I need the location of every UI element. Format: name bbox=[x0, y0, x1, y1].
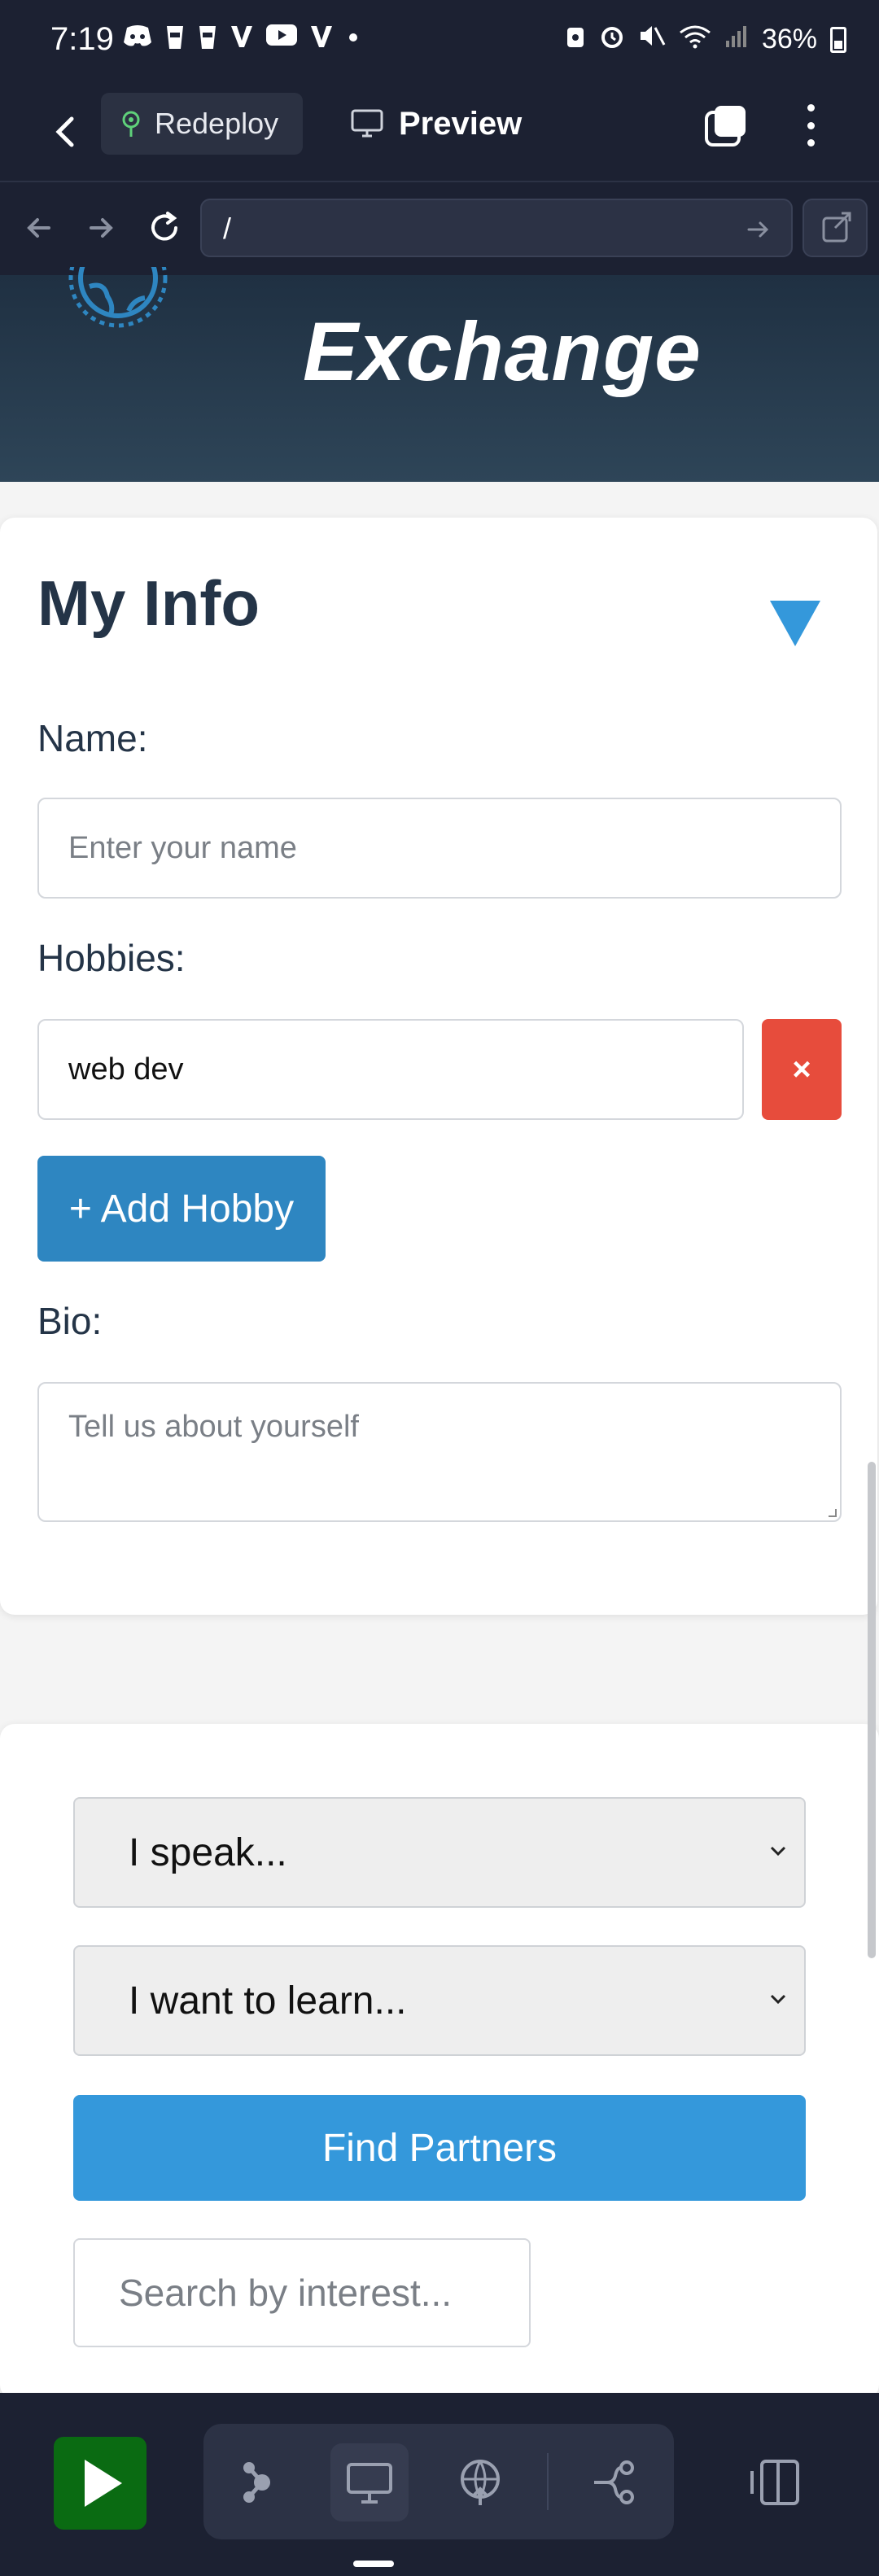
cup-icon bbox=[197, 23, 218, 58]
learn-language-select[interactable]: I want to learn... bbox=[73, 1945, 806, 2056]
alarm-icon bbox=[599, 23, 625, 56]
preview-tool[interactable] bbox=[330, 2443, 409, 2521]
speak-language-select[interactable]: I speak... bbox=[73, 1797, 806, 1908]
dot-icon bbox=[807, 121, 815, 129]
arrow-left-icon bbox=[27, 218, 50, 238]
external-link-icon bbox=[822, 212, 851, 243]
panel-toggle-button[interactable] bbox=[746, 2453, 804, 2512]
nav-back-button[interactable] bbox=[18, 207, 60, 249]
tabs-icon bbox=[705, 106, 746, 147]
tabs-button[interactable] bbox=[703, 103, 749, 148]
open-external-button[interactable] bbox=[802, 199, 868, 257]
tool-group bbox=[203, 2424, 674, 2539]
chevron-left-icon bbox=[55, 116, 74, 147]
nav-forward-button[interactable] bbox=[80, 207, 122, 249]
back-button[interactable] bbox=[49, 107, 81, 156]
status-bar: 7:19 36% bbox=[0, 0, 879, 81]
agent-icon bbox=[243, 2462, 270, 2503]
mute-icon bbox=[638, 23, 666, 56]
battery-percent: 36% bbox=[761, 24, 817, 55]
dot-icon bbox=[807, 139, 815, 147]
battery-icon bbox=[830, 26, 846, 53]
redeploy-label: Redeploy bbox=[155, 107, 279, 140]
my-info-heading: My Info bbox=[37, 567, 260, 639]
deploy-tool[interactable] bbox=[441, 2443, 519, 2521]
hobby-input[interactable]: web dev bbox=[37, 1019, 744, 1120]
name-label: Name: bbox=[37, 717, 148, 759]
redeploy-button[interactable]: Redeploy bbox=[101, 93, 303, 155]
hero-header: Exchange bbox=[0, 267, 879, 482]
v-icon bbox=[230, 23, 254, 58]
git-tool[interactable] bbox=[576, 2443, 654, 2521]
name-input[interactable]: Enter your name bbox=[37, 798, 842, 899]
bio-placeholder: Tell us about yourself bbox=[68, 1410, 359, 1444]
signal-icon bbox=[724, 23, 749, 56]
globe-icon bbox=[65, 267, 171, 335]
lock-icon bbox=[565, 23, 586, 56]
dot-icon bbox=[807, 104, 815, 112]
notification-icons bbox=[122, 23, 361, 58]
hobbies-label: Hobbies: bbox=[37, 937, 186, 979]
arrow-right-icon bbox=[90, 218, 113, 238]
monitor-icon bbox=[351, 109, 383, 138]
play-icon bbox=[85, 2460, 122, 2507]
add-hobby-button[interactable]: + Add Hobby bbox=[37, 1156, 326, 1262]
reload-icon bbox=[151, 212, 177, 241]
status-time: 7:19 bbox=[50, 21, 114, 57]
interest-search-input[interactable]: Search by interest... bbox=[73, 2238, 531, 2347]
globe-upload-icon bbox=[461, 2460, 500, 2505]
hero-title: Exchange bbox=[303, 305, 702, 398]
discord-icon bbox=[122, 23, 153, 58]
chevron-down-icon bbox=[770, 1994, 786, 2005]
wifi-icon bbox=[679, 23, 711, 56]
url-bar: / bbox=[0, 182, 879, 275]
speak-select-value: I speak... bbox=[129, 1830, 287, 1874]
deploy-icon bbox=[122, 111, 140, 137]
cup-icon bbox=[164, 23, 186, 58]
app-bar: Redeploy Preview bbox=[0, 81, 879, 182]
agent-tool[interactable] bbox=[218, 2443, 296, 2521]
page-scrollbar[interactable] bbox=[868, 1462, 876, 1958]
bottom-toolbar bbox=[0, 2393, 879, 2576]
monitor-icon bbox=[347, 2463, 392, 2504]
preview-tab[interactable]: Preview bbox=[350, 93, 522, 155]
branch-icon bbox=[594, 2460, 634, 2504]
triangle-down-icon bbox=[770, 601, 820, 646]
dot-icon bbox=[345, 23, 361, 58]
more-options-button[interactable] bbox=[794, 101, 827, 150]
url-text: / bbox=[223, 212, 232, 245]
go-arrow-icon[interactable] bbox=[742, 213, 775, 246]
bio-textarea[interactable]: Tell us about yourself bbox=[37, 1382, 842, 1522]
preview-label: Preview bbox=[399, 105, 523, 142]
youtube-icon bbox=[265, 23, 298, 58]
collapse-toggle[interactable] bbox=[768, 599, 822, 648]
side-panel-icon bbox=[750, 2460, 799, 2505]
learn-select-value: I want to learn... bbox=[129, 1979, 407, 2023]
chevron-down-icon bbox=[770, 1846, 786, 1857]
toolbar-divider bbox=[547, 2453, 549, 2510]
home-indicator bbox=[353, 2561, 394, 2567]
reload-button[interactable] bbox=[143, 207, 186, 249]
v-icon bbox=[309, 23, 334, 58]
system-icons: 36% bbox=[565, 23, 846, 56]
remove-hobby-button[interactable]: × bbox=[762, 1019, 842, 1120]
bio-label: Bio: bbox=[37, 1300, 103, 1342]
find-partners-button[interactable]: Find Partners bbox=[73, 2095, 806, 2201]
url-input[interactable]: / bbox=[200, 199, 793, 257]
run-button[interactable] bbox=[54, 2437, 146, 2530]
resize-grip-icon[interactable] bbox=[829, 1509, 837, 1517]
